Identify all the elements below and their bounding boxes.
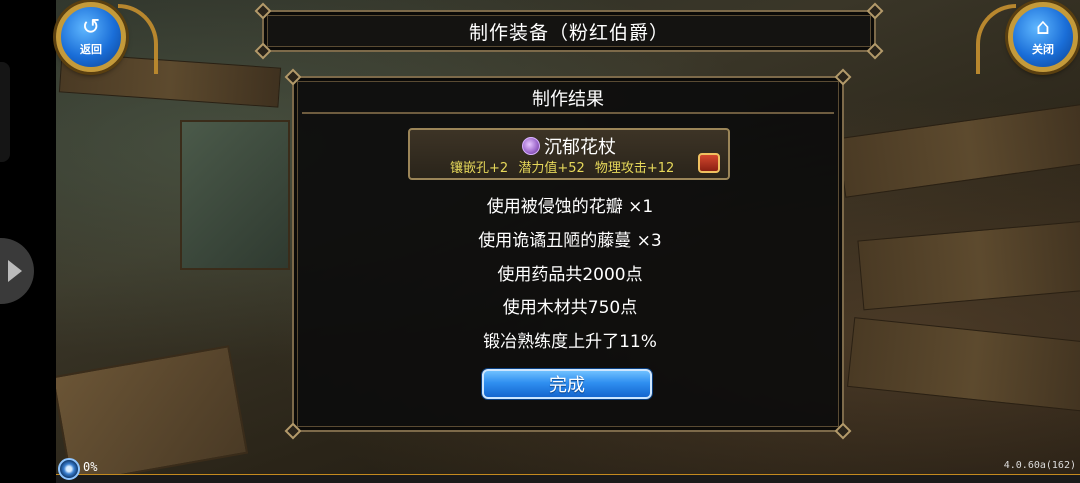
window-title-bar: 制作装备（粉红伯爵） [254, 2, 884, 60]
item-stat: 镶嵌孔+2 [450, 161, 509, 176]
side-notch [0, 62, 10, 162]
result-line: 使用药品共2000点 [497, 265, 643, 285]
background-plank [847, 317, 1080, 413]
loading-orb-icon [58, 458, 80, 480]
side-drawer-handle[interactable] [0, 238, 34, 304]
back-button[interactable]: ↺ 返回 [56, 2, 126, 72]
craft-result-dialog: 制作结果 沉郁花杖 镶嵌孔+2 潜力值+52 物理攻击+12 使用被侵蚀的花瓣 … [284, 68, 852, 440]
treasure-chest-icon[interactable] [698, 153, 720, 173]
item-stat: 潜力值+52 [518, 161, 585, 176]
background-plank [857, 219, 1080, 311]
close-button-label: 关闭 [1032, 43, 1054, 56]
bottom-status-strip [56, 474, 1080, 483]
staff-icon [522, 137, 540, 155]
back-button-label: 返回 [80, 43, 102, 56]
progress-percent: 0% [83, 460, 98, 474]
item-name-row: 沉郁花杖 [410, 133, 728, 159]
result-line: 使用木材共750点 [502, 298, 638, 318]
background-plank [837, 102, 1080, 198]
done-button[interactable]: 完成 [482, 369, 652, 399]
result-line: 锻冶熟练度上升了11% [483, 332, 657, 352]
back-arrow-icon: ↺ [81, 15, 101, 40]
version-label: 4.0.60a(162) [1003, 460, 1076, 471]
home-icon: ⌂ [1036, 15, 1050, 40]
system-side-bar [0, 0, 56, 483]
dialog-header: 制作结果 [302, 84, 834, 114]
result-line: 使用被侵蚀的花瓣 ×1 [486, 197, 654, 217]
dialog-title: 制作结果 [532, 89, 604, 110]
window-title: 制作装备（粉红伯爵） [468, 21, 669, 44]
close-button[interactable]: ⌂ 关闭 [1008, 2, 1078, 72]
background-crate [180, 120, 290, 270]
item-name: 沉郁花杖 [544, 137, 616, 158]
crafted-item-card[interactable]: 沉郁花杖 镶嵌孔+2 潜力值+52 物理攻击+12 [408, 128, 730, 180]
done-button-label: 完成 [549, 375, 585, 396]
background-crate [51, 345, 249, 483]
item-stats: 镶嵌孔+2 潜力值+52 物理攻击+12 [450, 157, 680, 176]
result-line: 使用诡谲丑陋的藤蔓 ×3 [478, 231, 662, 251]
item-stat: 物理攻击+12 [594, 161, 675, 176]
